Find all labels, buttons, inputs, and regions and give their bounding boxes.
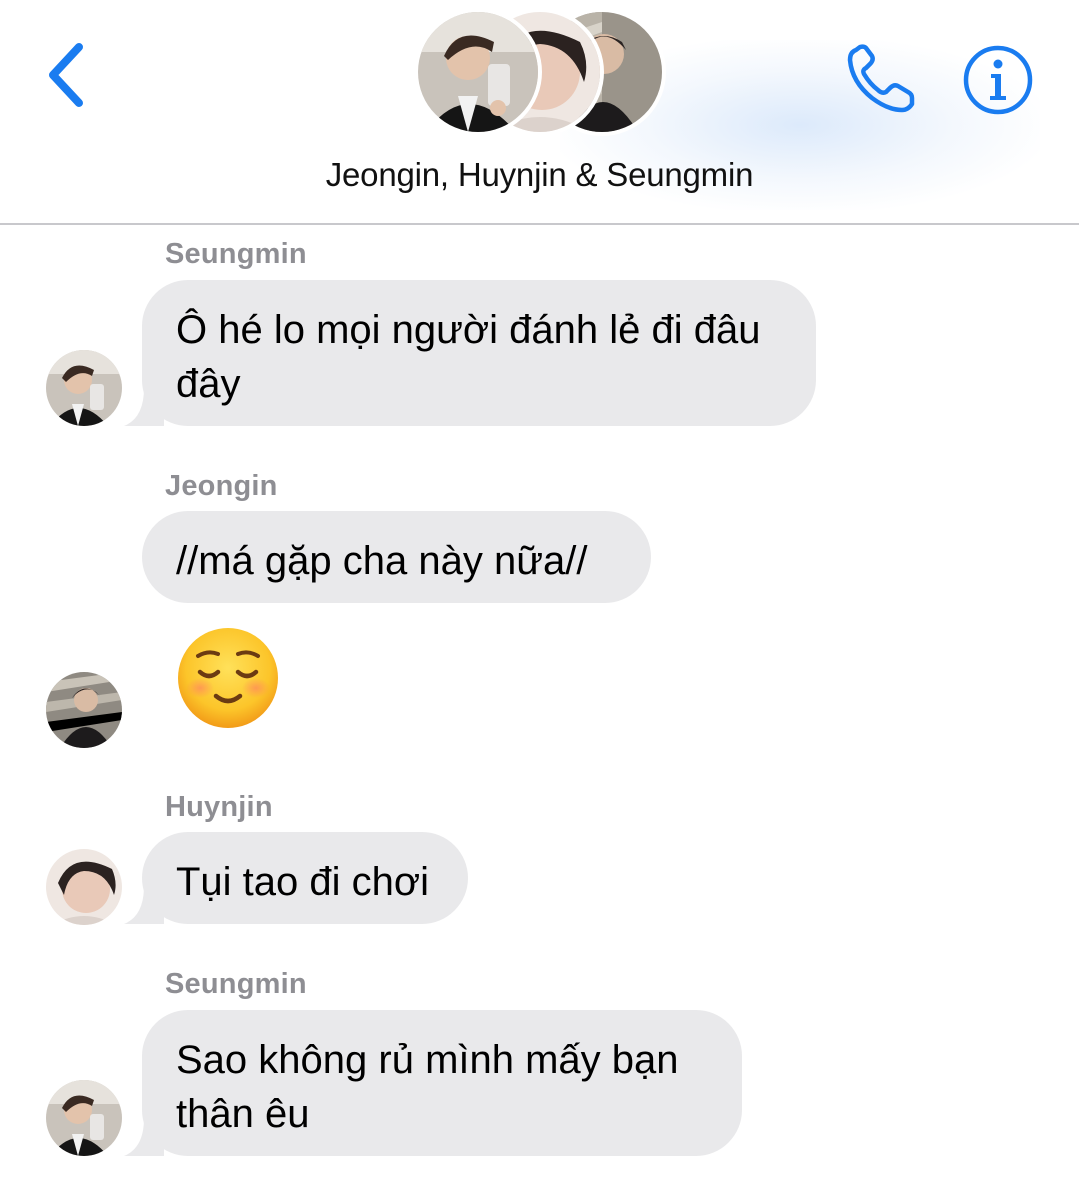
message-bubble[interactable]: Tụi tao đi chơi [124,832,468,924]
message-bubble[interactable]: Sao không rủ mình mấy bạn thân êu [124,1010,742,1156]
group-avatar-seungmin [414,8,542,136]
avatar-seungmin[interactable] [46,350,122,426]
avatar-huynjin[interactable] [46,849,122,925]
avatar-seungmin[interactable] [46,1080,122,1156]
sender-name: Jeongin [165,470,278,502]
group-avatars[interactable] [410,8,670,136]
smiling-face-with-closed-eyes-icon [178,628,278,728]
message-line: đây [176,362,241,406]
back-button[interactable] [40,40,90,110]
info-button[interactable] [962,44,1034,116]
conversation-title[interactable]: Jeongin, Huynjin & Seungmin [0,156,1079,194]
message-line: Sao không rủ mình mấy bạn [176,1038,679,1082]
info-icon [963,45,1033,115]
bubble-tail [124,1118,164,1156]
message-line: Ô hé lo mọi người đánh lẻ đi đâu [176,308,761,352]
message-line: //má gặp cha này nữa// [176,539,588,583]
message-bubble[interactable]: Ô hé lo mọi người đánh lẻ đi đâu đây [124,280,816,426]
sender-name: Seungmin [165,968,307,1000]
sender-name: Seungmin [165,238,307,270]
avatar-jeongin[interactable] [46,672,122,748]
message-line: thân êu [176,1092,310,1136]
emoji-message[interactable] [176,626,280,730]
call-button[interactable] [842,42,918,118]
bubble-tail [124,388,164,426]
phone-icon [847,44,915,113]
chevron-left-icon [49,43,83,107]
message-line: Tụi tao đi chơi [176,860,430,904]
conversation-header: Jeongin, Huynjin & Seungmin [0,0,1079,225]
message-bubble[interactable]: //má gặp cha này nữa// [142,511,651,603]
bubble-tail [124,886,164,924]
sender-name: Huynjin [165,791,273,823]
